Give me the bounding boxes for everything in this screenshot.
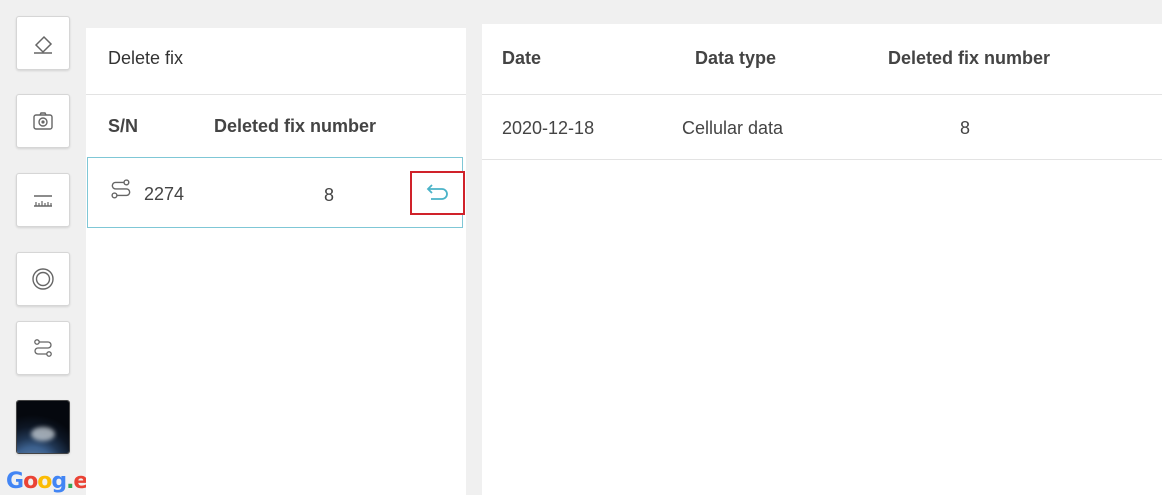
row-deleted-fix-number: 8: [324, 185, 335, 205]
divider: [482, 159, 1162, 160]
eraser-icon: [34, 35, 53, 54]
cell-deleted-fix-number: 8: [960, 118, 971, 138]
map-layer-button[interactable]: [16, 400, 70, 454]
divider: [86, 94, 466, 95]
delete-fix-panel: Delete fix S/N Deleted fix number 2274 8: [86, 28, 466, 495]
cell-date: 2020-12-18: [502, 118, 595, 138]
table-row[interactable]: 2274 8: [87, 157, 465, 228]
earth-layer-thumbnail: [17, 401, 69, 453]
column-header-data-type: Data type: [695, 48, 777, 68]
undo-button[interactable]: [410, 171, 465, 215]
column-header-deleted-fix-number: Deleted fix number: [888, 48, 1051, 68]
camera-tool-button[interactable]: [16, 94, 70, 148]
target-rings-icon: [32, 268, 54, 290]
cell-data-type: Cellular data: [682, 118, 784, 138]
divider: [482, 94, 1162, 95]
fix-details-panel: Date Data type Deleted fix number 2020-1…: [482, 24, 1162, 495]
ruler-icon: [34, 195, 52, 207]
ruler-tool-button[interactable]: [16, 173, 70, 227]
google-logo: Goog.e: [6, 470, 88, 494]
route-icon: [34, 339, 52, 357]
column-header-date: Date: [502, 48, 542, 68]
eraser-tool-button[interactable]: [16, 16, 70, 70]
panel-title: Delete fix: [108, 48, 184, 68]
route-icon: [108, 177, 134, 208]
undo-icon: [426, 184, 448, 200]
camera-icon: [33, 112, 53, 130]
column-header-sn: S/N: [108, 116, 139, 136]
route-tool-button[interactable]: [16, 321, 70, 375]
range-tool-button[interactable]: [16, 252, 70, 306]
row-sn: 2274: [144, 184, 185, 204]
column-header-deleted-fix-number: Deleted fix number: [214, 116, 377, 136]
